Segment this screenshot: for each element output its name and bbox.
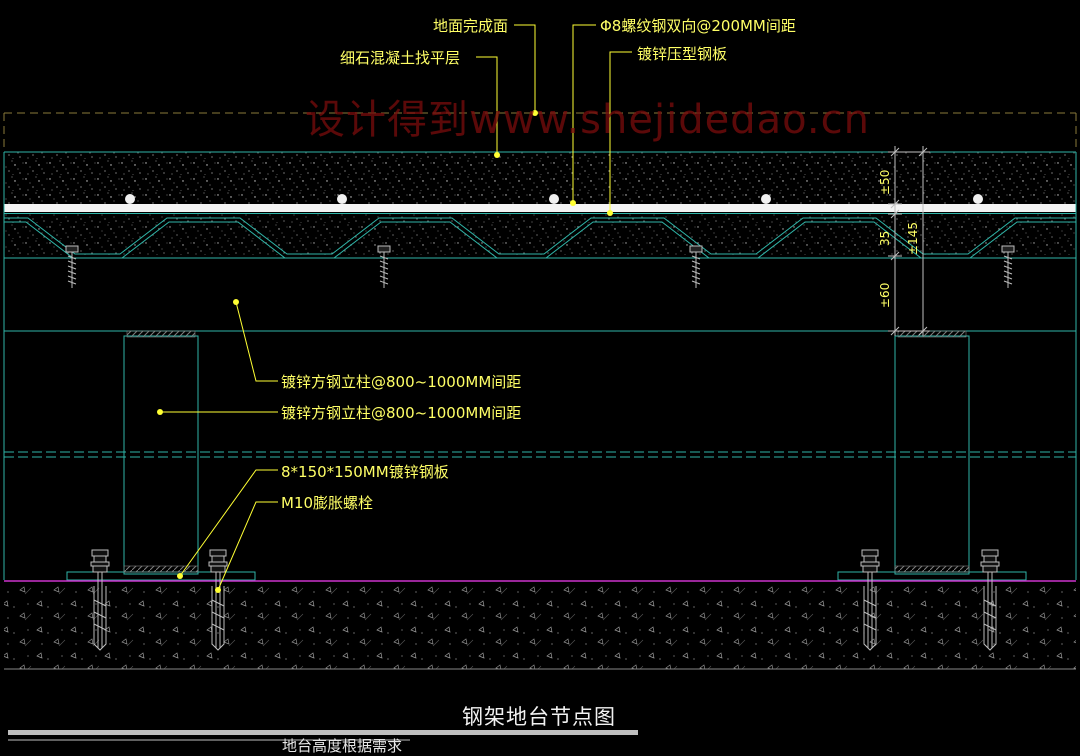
dimension-145: ±145 [906,222,920,255]
rebar-band [4,204,1076,214]
label-steel-plate: 8*150*150MM镀锌钢板 [281,463,449,481]
label-rebar: Φ8螺纹钢双向@200MM间距 [600,17,796,35]
drawing-subtitle: 地台高度根据需求 [282,737,403,755]
label-column-2: 镀锌方钢立柱@800~1000MM间距 [281,404,522,422]
dimension-50: ±50 [878,169,892,195]
dimension-35: 35 [878,230,892,246]
ground-slab [4,580,1076,670]
watermark-text: 设计得到www.shejidedao.cn [305,97,870,143]
drawing-title: 钢架地台节点图 [462,705,616,729]
label-deck: 镀锌压型钢板 [637,45,728,63]
label-finish-surface: 地面完成面 [433,17,509,35]
concrete-leveling-layer [4,151,1076,204]
label-bolt: M10膨胀螺栓 [281,494,374,512]
label-column-1: 镀锌方钢立柱@800~1000MM间距 [281,373,522,391]
dimension-60: ±60 [878,282,892,308]
label-leveling-layer: 细石混凝土找平层 [340,49,461,67]
